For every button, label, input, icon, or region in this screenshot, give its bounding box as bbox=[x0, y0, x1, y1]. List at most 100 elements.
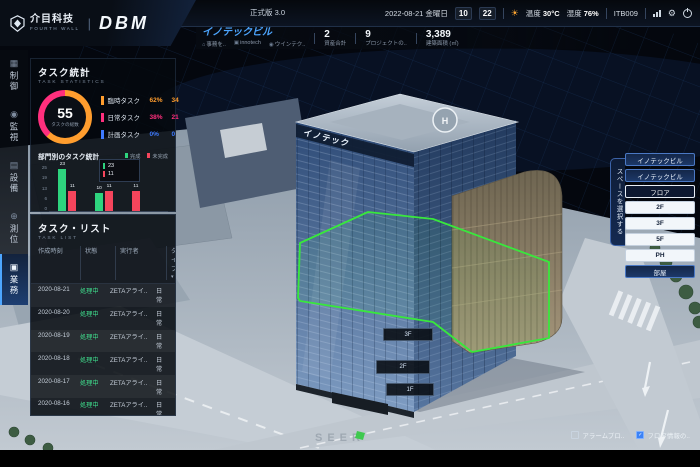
gear-icon[interactable]: ⚙ bbox=[668, 8, 676, 19]
task-row[interactable]: 2020-08-20処理中ZETAアライ..日常 bbox=[31, 307, 175, 330]
tooltip-value: 11 bbox=[108, 170, 114, 178]
layer-toggle[interactable]: ✓フロア情報の.. bbox=[636, 430, 690, 440]
tooltip-mark bbox=[103, 163, 105, 169]
task-row[interactable]: 2020-08-21処理中ZETAアライ..日常 bbox=[31, 284, 175, 307]
stat-label: 資産合計 bbox=[324, 41, 346, 48]
building-meta-item[interactable]: ⌂事務を.. bbox=[202, 40, 226, 48]
nav-item-business[interactable]: ▣ 業務 bbox=[0, 254, 28, 305]
legend-count: 0 bbox=[172, 131, 176, 138]
col-type[interactable]: タイプ ▾ bbox=[166, 246, 176, 280]
bar-value: 11 bbox=[70, 184, 75, 189]
floor-tag-2f[interactable]: 2F bbox=[376, 360, 430, 374]
nav-label: 監視 bbox=[8, 122, 20, 143]
left-nav: ▦ 制御 ◉監視▤設備⊕測位 ▣ 業務 bbox=[0, 50, 28, 305]
floor-tag-1f[interactable]: 1F bbox=[386, 383, 434, 396]
task-executor: ZETAアライ.. bbox=[110, 309, 156, 327]
divider bbox=[314, 33, 315, 44]
bar-未完成[interactable]: 11 bbox=[105, 191, 113, 211]
legend-label: 日常タスク bbox=[108, 112, 150, 122]
task-type: 日常 bbox=[156, 332, 168, 350]
col-status: 状態 bbox=[80, 246, 115, 280]
building-meta-label: 事務を.. bbox=[206, 42, 226, 48]
legend-label: 臨時タスク bbox=[108, 95, 150, 105]
building-meta: ⌂事務を.. ▣innotech ◉ウインテク.. bbox=[202, 40, 305, 48]
y-tick: 0 bbox=[38, 206, 47, 211]
task-type: 日常 bbox=[156, 355, 168, 373]
building-2-button[interactable]: イノテックビル bbox=[625, 169, 695, 182]
task-status: 処理中 bbox=[80, 355, 110, 373]
task-row[interactable]: 2020-08-16処理中ZETAアライ..日常 bbox=[31, 398, 175, 416]
task-executor: ZETAアライ.. bbox=[110, 355, 156, 373]
nav-item-equipment[interactable]: ▤設備 bbox=[0, 152, 28, 203]
nav-item-monitor[interactable]: ◉監視 bbox=[0, 101, 28, 152]
legend-mark bbox=[101, 130, 104, 139]
building-1-button[interactable]: イノテックビル bbox=[625, 153, 695, 166]
legend-pct: 38% bbox=[150, 114, 172, 121]
checkbox-icon[interactable]: ✓ bbox=[636, 431, 644, 439]
chart-tooltip: 2311 bbox=[99, 159, 140, 182]
time-minute: 22 bbox=[479, 7, 496, 20]
business-icon: ▣ bbox=[10, 263, 19, 272]
building-name[interactable]: イノテックビル bbox=[202, 28, 305, 38]
task-row[interactable]: 2020-08-19処理中ZETAアライ..日常 bbox=[31, 330, 175, 353]
bar-group[interactable]: 1011 bbox=[95, 191, 113, 211]
divider bbox=[645, 8, 646, 19]
brand-main: DBM bbox=[99, 13, 149, 34]
layer-toggle[interactable]: アラームプロ.. bbox=[571, 430, 624, 440]
bar-group[interactable]: 2311 bbox=[58, 169, 76, 211]
top-status-cluster: 2022-08-21 金曜日 10 22 ☀ 温度 30°C 湿度 76% IT… bbox=[385, 0, 692, 26]
floor-3f-button[interactable]: 3F bbox=[625, 217, 695, 230]
nav-label: 制御 bbox=[8, 71, 20, 92]
building-stat: 9プロジェクトの.. bbox=[365, 29, 407, 48]
person-icon: ◉ bbox=[269, 42, 274, 48]
task-total: 55 bbox=[57, 106, 73, 120]
floor-tag-3f[interactable]: 3F bbox=[383, 328, 433, 341]
building-stat: 3,389建築面積 (㎡) bbox=[426, 29, 459, 48]
task-type: 日常 bbox=[156, 378, 168, 396]
power-icon[interactable] bbox=[683, 9, 692, 18]
bar-未完成[interactable]: 11 bbox=[68, 191, 76, 211]
office-icon: ⌂ bbox=[202, 42, 205, 48]
task-list-title: タスク・リスト bbox=[38, 221, 168, 235]
legend-mark bbox=[101, 113, 104, 122]
company-icon: ▣ bbox=[234, 40, 239, 46]
dept-chart-title: 部門別のタスク統計 bbox=[38, 151, 99, 161]
positioning-icon: ⊕ bbox=[10, 212, 18, 221]
legend-pct: 62% bbox=[150, 97, 172, 104]
floor-5f-button[interactable]: 5F bbox=[625, 233, 695, 246]
task-type-legend: 臨時タスク62%34日常タスク38%21計画タスク0%0 bbox=[101, 95, 179, 139]
signal-icon[interactable] bbox=[653, 10, 661, 17]
task-type: 日常 bbox=[156, 400, 168, 416]
bar-完成[interactable]: 23 bbox=[58, 169, 66, 211]
col-executor: 実行者 bbox=[115, 246, 166, 280]
task-row[interactable]: 2020-08-17処理中ZETAアライ..日常 bbox=[31, 375, 175, 398]
scene-layer-toggles: アラームプロ.. ✓フロア情報の.. bbox=[571, 430, 690, 440]
checkbox-icon[interactable] bbox=[571, 431, 579, 439]
legend-count: 21 bbox=[172, 114, 179, 121]
tooltip-row: 11 bbox=[103, 170, 136, 178]
building-stat: 2資産合計 bbox=[324, 29, 346, 48]
bar-未完成[interactable]: 11 bbox=[132, 191, 140, 211]
legend-row: 臨時タスク62%34 bbox=[101, 95, 179, 105]
task-row[interactable]: 2020-08-18処理中ZETAアライ..日常 bbox=[31, 352, 175, 375]
room-button[interactable]: 部屋 bbox=[625, 265, 695, 278]
control-icon: ▦ bbox=[10, 59, 19, 68]
building-stats: 2資産合計 9プロジェクトの.. 3,389建築面積 (㎡) bbox=[314, 29, 458, 48]
dept-legend-item: 未完成 bbox=[147, 153, 168, 160]
nav-item-control[interactable]: ▦ 制御 bbox=[0, 50, 28, 101]
nav-label: 業務 bbox=[8, 275, 20, 296]
building-meta-item[interactable]: ◉ウインテク.. bbox=[269, 40, 305, 48]
sort-arrow-icon: ▾ bbox=[171, 274, 174, 280]
floor-button[interactable]: フロア bbox=[625, 185, 695, 198]
bar-value: 23 bbox=[60, 162, 65, 167]
nav-item-positioning[interactable]: ⊕測位 bbox=[0, 203, 28, 254]
space-buttons: イノテックビルイノテックビルフロア 2F 3F 5F PH 部屋 bbox=[625, 153, 695, 278]
task-executor: ZETAアライ.. bbox=[110, 378, 156, 396]
bar-完成[interactable]: 10 bbox=[95, 193, 103, 211]
divider bbox=[606, 8, 607, 19]
building-meta-item[interactable]: ▣innotech bbox=[234, 40, 261, 48]
floor-ph-button[interactable]: PH bbox=[625, 249, 695, 262]
bar-group[interactable]: 11 bbox=[132, 191, 140, 211]
floor-2f-button[interactable]: 2F bbox=[625, 201, 695, 214]
space-selector-tab[interactable]: スペースを選択する bbox=[610, 158, 625, 246]
